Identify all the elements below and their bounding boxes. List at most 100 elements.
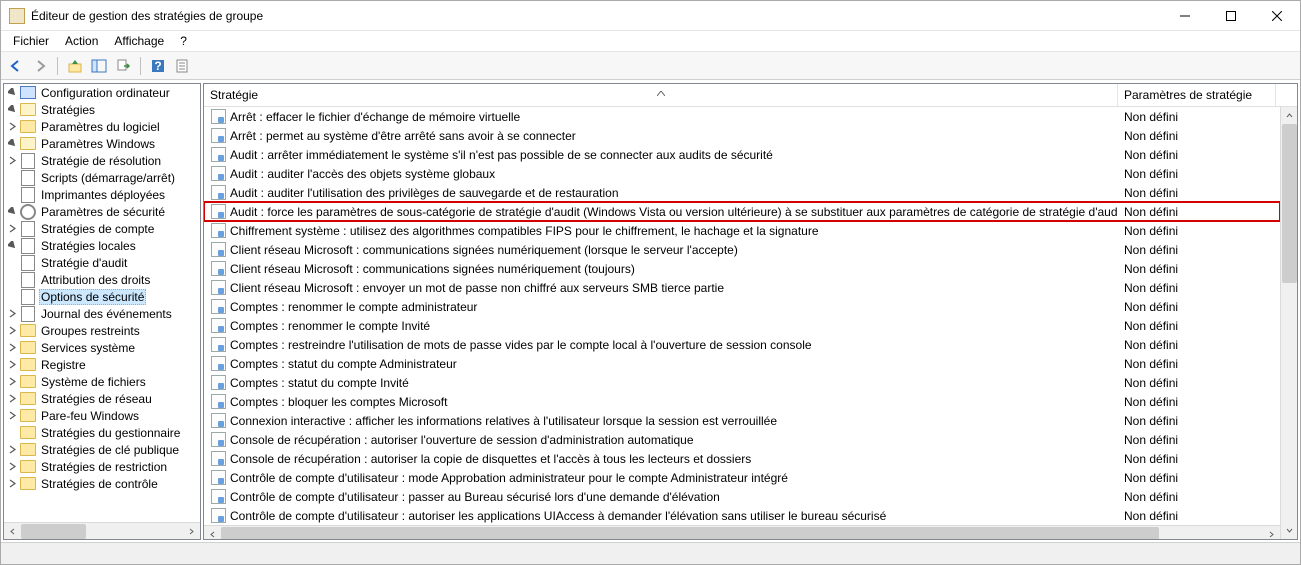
expand-icon[interactable]: [6, 359, 18, 371]
list-horizontal-scrollbar[interactable]: [204, 525, 1280, 539]
tree-node[interactable]: Stratégies: [39, 103, 97, 117]
close-button[interactable]: [1254, 1, 1300, 31]
list-row[interactable]: Contrôle de compte d'utilisateur : autor…: [204, 506, 1280, 525]
expand-icon[interactable]: [6, 223, 18, 235]
window-buttons: [1162, 1, 1300, 31]
expand-icon[interactable]: [6, 240, 18, 252]
tree-node-root[interactable]: Configuration ordinateur: [39, 86, 172, 100]
column-header-strategy[interactable]: Stratégie: [204, 84, 1118, 106]
expand-icon[interactable]: [6, 478, 18, 490]
policy-value: Non défini: [1118, 186, 1276, 200]
expand-icon[interactable]: [6, 206, 18, 218]
tree-node[interactable]: Stratégie d'audit: [39, 256, 129, 270]
folder-icon: [20, 102, 36, 118]
navigation-tree[interactable]: Configuration ordinateur Stratégies Para…: [4, 84, 200, 522]
tree-node[interactable]: Groupes restreints: [39, 324, 142, 338]
tree-node[interactable]: Paramètres de sécurité: [39, 205, 167, 219]
scroll-left-icon[interactable]: [4, 523, 21, 540]
tree-node[interactable]: Stratégies locales: [39, 239, 138, 253]
list-row[interactable]: Comptes : bloquer les comptes MicrosoftN…: [204, 392, 1280, 411]
tree-node[interactable]: Stratégie de résolution: [39, 154, 163, 168]
expand-icon[interactable]: [6, 87, 18, 99]
tree-node[interactable]: Système de fichiers: [39, 375, 148, 389]
back-button[interactable]: [5, 55, 27, 77]
tree-node[interactable]: Stratégies de clé publique: [39, 443, 181, 457]
tree-node[interactable]: Attribution des droits: [39, 273, 152, 287]
expand-icon[interactable]: [6, 308, 18, 320]
expand-icon[interactable]: [6, 325, 18, 337]
tree-node[interactable]: Stratégies de compte: [39, 222, 156, 236]
tree-node[interactable]: Stratégies de réseau: [39, 392, 154, 406]
tree-node[interactable]: Journal des événements: [39, 307, 174, 321]
tree-node[interactable]: Stratégies du gestionnaire: [39, 426, 182, 440]
list-row[interactable]: Comptes : statut du compte Administrateu…: [204, 354, 1280, 373]
scroll-thumb[interactable]: [21, 524, 86, 539]
list-row[interactable]: Connexion interactive : afficher les inf…: [204, 411, 1280, 430]
expand-icon[interactable]: [6, 444, 18, 456]
list-row[interactable]: Arrêt : permet au système d'être arrêté …: [204, 126, 1280, 145]
properties-button[interactable]: [171, 55, 193, 77]
expand-icon[interactable]: [6, 393, 18, 405]
show-hide-tree-button[interactable]: [88, 55, 110, 77]
maximize-button[interactable]: [1208, 1, 1254, 31]
list-row[interactable]: Client réseau Microsoft : envoyer un mot…: [204, 278, 1280, 297]
list-row[interactable]: Audit : force les paramètres de sous-cat…: [204, 202, 1280, 221]
list-vertical-scrollbar[interactable]: [1280, 107, 1297, 539]
tree-node[interactable]: Registre: [39, 358, 88, 372]
list-row[interactable]: Arrêt : effacer le fichier d'échange de …: [204, 107, 1280, 126]
tree-node[interactable]: Pare-feu Windows: [39, 409, 141, 423]
scroll-right-icon[interactable]: [183, 523, 200, 540]
expand-icon[interactable]: [6, 342, 18, 354]
scroll-right-icon[interactable]: [1263, 526, 1280, 539]
tree-horizontal-scrollbar[interactable]: [4, 522, 200, 539]
policy-name: Audit : auditer l'utilisation des privil…: [230, 186, 619, 200]
expand-icon[interactable]: [6, 410, 18, 422]
scroll-thumb[interactable]: [221, 527, 1159, 539]
list-row[interactable]: Contrôle de compte d'utilisateur : passe…: [204, 487, 1280, 506]
scroll-thumb[interactable]: [1282, 124, 1297, 283]
list-row[interactable]: Chiffrement système : utilisez des algor…: [204, 221, 1280, 240]
tree-node[interactable]: Scripts (démarrage/arrêt): [39, 171, 177, 185]
tree-node-selected[interactable]: Options de sécurité: [39, 289, 146, 305]
menu-help[interactable]: ?: [172, 32, 195, 50]
list-row[interactable]: Client réseau Microsoft : communications…: [204, 259, 1280, 278]
menu-file[interactable]: Fichier: [5, 32, 57, 50]
tree-node[interactable]: Stratégies de restriction: [39, 460, 169, 474]
expand-icon[interactable]: [6, 138, 18, 150]
list-row[interactable]: Audit : auditer l'accès des objets systè…: [204, 164, 1280, 183]
list-row[interactable]: Console de récupération : autoriser l'ou…: [204, 430, 1280, 449]
list-row[interactable]: Audit : arrêter immédiatement le système…: [204, 145, 1280, 164]
scroll-up-icon[interactable]: [1281, 107, 1297, 124]
menu-action[interactable]: Action: [57, 32, 106, 50]
expand-icon[interactable]: [6, 461, 18, 473]
forward-button[interactable]: [29, 55, 51, 77]
expand-icon[interactable]: [6, 376, 18, 388]
scroll-down-icon[interactable]: [1281, 522, 1297, 539]
tree-node[interactable]: Services système: [39, 341, 137, 355]
expand-icon[interactable]: [6, 104, 18, 116]
list-row[interactable]: Console de récupération : autoriser la c…: [204, 449, 1280, 468]
list-row[interactable]: Client réseau Microsoft : communications…: [204, 240, 1280, 259]
expand-icon[interactable]: [6, 155, 18, 167]
list-row[interactable]: Comptes : renommer le compte InvitéNon d…: [204, 316, 1280, 335]
help-button[interactable]: ?: [147, 55, 169, 77]
list-row[interactable]: Comptes : statut du compte InvitéNon déf…: [204, 373, 1280, 392]
tree-node[interactable]: Paramètres Windows: [39, 137, 157, 151]
expand-icon[interactable]: [6, 121, 18, 133]
tree-node[interactable]: Imprimantes déployées: [39, 188, 167, 202]
menu-view[interactable]: Affichage: [106, 32, 172, 50]
folder-icon: [20, 459, 36, 475]
list-row[interactable]: Comptes : renommer le compte administrat…: [204, 297, 1280, 316]
tree-node[interactable]: Stratégies de contrôle: [39, 477, 160, 491]
export-button[interactable]: [112, 55, 134, 77]
minimize-button[interactable]: [1162, 1, 1208, 31]
column-header-param[interactable]: Paramètres de stratégie: [1118, 84, 1276, 106]
list-body[interactable]: Arrêt : effacer le fichier d'échange de …: [204, 107, 1280, 525]
tree-node[interactable]: Paramètres du logiciel: [39, 120, 162, 134]
scroll-left-icon[interactable]: [204, 526, 221, 539]
list-row[interactable]: Contrôle de compte d'utilisateur : mode …: [204, 468, 1280, 487]
up-button[interactable]: [64, 55, 86, 77]
list-row[interactable]: Comptes : restreindre l'utilisation de m…: [204, 335, 1280, 354]
policy-value: Non défini: [1118, 281, 1276, 295]
list-row[interactable]: Audit : auditer l'utilisation des privil…: [204, 183, 1280, 202]
